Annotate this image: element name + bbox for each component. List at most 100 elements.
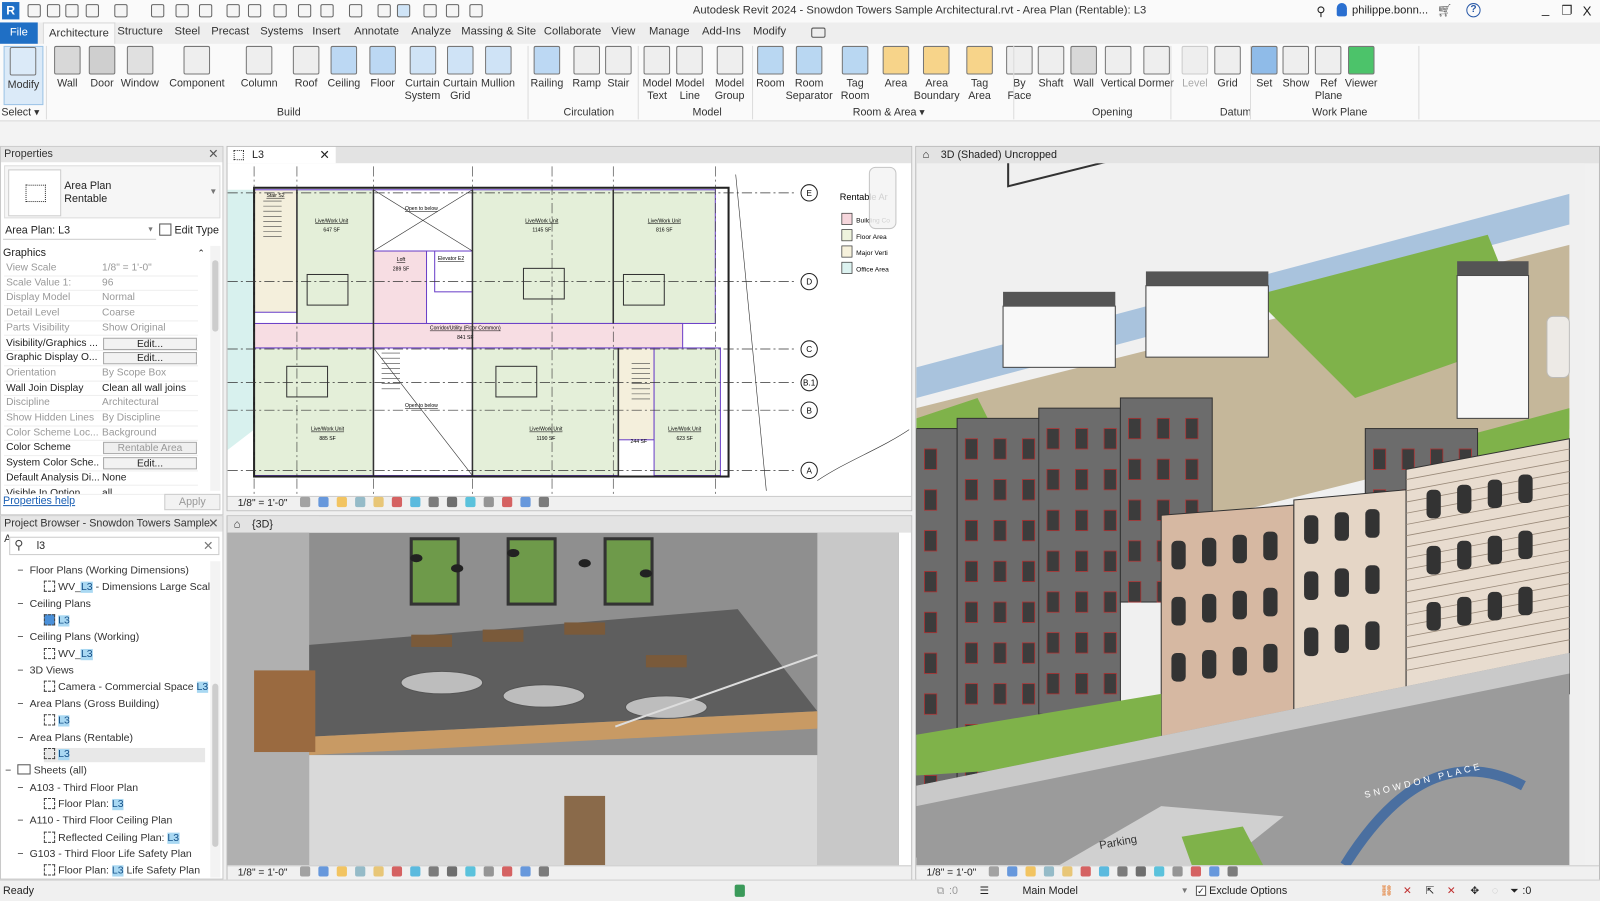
property-value[interactable]: By Discipline <box>102 411 198 425</box>
ribbon-button-wall[interactable]: Wall <box>54 45 81 90</box>
ribbon-button-ramp[interactable]: Ramp <box>572 45 601 90</box>
browser-item[interactable]: L3 <box>43 614 70 628</box>
tab-steel[interactable]: Steel <box>174 26 200 38</box>
temporary-hide-icon[interactable] <box>446 866 457 877</box>
unlock-3d-icon[interactable] <box>428 866 439 877</box>
ribbon-button-railing[interactable]: Railing <box>531 45 563 90</box>
tab-view[interactable]: View <box>611 26 635 38</box>
browser-item[interactable]: − Area Plans (Rentable) <box>17 731 133 745</box>
ribbon-button-viewer[interactable]: Viewer <box>1345 45 1377 90</box>
ribbon-button-wall[interactable]: Wall <box>1070 45 1097 90</box>
property-value[interactable]: Normal <box>102 291 198 305</box>
ribbon-button-floor[interactable]: Floor <box>369 45 396 90</box>
navigation-bar[interactable] <box>868 166 897 230</box>
property-value[interactable]: 96 <box>102 276 198 290</box>
design-options-icon[interactable]: ☰ <box>980 881 990 901</box>
browser-item[interactable]: −3D Views <box>17 664 73 678</box>
worksharing-icon[interactable] <box>734 884 745 897</box>
dimension-icon[interactable] <box>247 4 262 18</box>
ribbon-button-show[interactable]: Show <box>1283 45 1309 90</box>
crop-view-icon[interactable] <box>1080 866 1091 877</box>
navigation-bar[interactable] <box>1546 315 1570 379</box>
visual-style-icon[interactable] <box>318 866 329 877</box>
select-underlay-icon[interactable]: ✕ <box>1403 881 1412 901</box>
collapse-icon[interactable]: − <box>17 816 23 827</box>
temporary-hide-icon[interactable] <box>446 496 457 508</box>
room-region[interactable] <box>253 189 298 313</box>
properties-help-link[interactable]: Properties help <box>3 495 75 507</box>
user-icon[interactable] <box>1336 3 1347 17</box>
visual-style-icon[interactable] <box>318 496 329 508</box>
room-region[interactable] <box>296 189 374 324</box>
browser-item[interactable]: L3 <box>43 747 206 763</box>
property-value[interactable]: None <box>102 471 198 485</box>
tab-structure[interactable]: Structure <box>117 26 163 38</box>
tab-modify[interactable]: Modify <box>753 26 786 38</box>
property-value[interactable]: Architectural <box>102 396 198 410</box>
type-selector[interactable]: Area Plan Rentable ▼ <box>4 165 221 219</box>
temporary-view-properties-icon[interactable] <box>483 866 494 877</box>
close-icon[interactable]: ✕ <box>208 147 218 162</box>
customize-qat-icon[interactable] <box>469 4 483 18</box>
floor-plan-canvas[interactable]: Stair S2 Live/Work Unit 647 SF Open to belo… <box>227 163 912 496</box>
browser-item[interactable]: WV_L3 - Dimensions Large Scale <box>43 580 216 595</box>
collapse-icon[interactable]: ⌃ <box>197 246 205 260</box>
reveal-hidden-icon[interactable] <box>1153 866 1165 877</box>
ribbon-button-shaft[interactable]: Shaft <box>1037 45 1065 90</box>
save-icon[interactable] <box>65 4 79 18</box>
unlock-3d-icon[interactable] <box>1117 866 1128 877</box>
tab-massing-site[interactable]: Massing & Site <box>461 26 536 38</box>
property-value[interactable]: Clean all wall joins <box>102 381 198 395</box>
browser-item[interactable]: WV_L3 <box>43 647 93 662</box>
browser-scrollbar[interactable] <box>210 561 221 878</box>
sync-icon[interactable] <box>85 4 99 18</box>
collapse-icon[interactable]: − <box>17 732 23 743</box>
render-icon[interactable] <box>373 496 384 508</box>
camera-render[interactable] <box>227 532 899 866</box>
reveal-hidden-icon[interactable] <box>465 496 476 508</box>
highlight-displacement-icon[interactable] <box>1208 866 1220 877</box>
tab-precast[interactable]: Precast <box>211 26 249 38</box>
reveal-constraints-icon[interactable] <box>1227 866 1238 877</box>
collapse-icon[interactable]: − <box>17 632 23 643</box>
highlight-displacement-icon[interactable] <box>520 496 531 508</box>
crop-view-icon[interactable] <box>391 496 402 508</box>
model-3d-render[interactable]: ParkingSNOWDON PLACE <box>916 163 1585 866</box>
ribbon-button-model-line[interactable]: Model Line <box>675 45 704 102</box>
drag-elements-icon[interactable]: ✥ <box>1470 881 1479 901</box>
ribbon-button-room[interactable]: Room <box>756 45 785 90</box>
ribbon-button-level[interactable]: Level <box>1181 45 1209 90</box>
redo-icon[interactable] <box>151 4 165 18</box>
close-tab-icon[interactable]: ✕ <box>319 147 329 163</box>
select-links-icon[interactable]: ⛓ <box>1380 881 1394 901</box>
ribbon-button-area[interactable]: Area <box>882 45 910 90</box>
ribbon-button-ref-plane[interactable]: Ref Plane <box>1315 45 1342 102</box>
recent-files-icon[interactable] <box>27 4 41 18</box>
browser-item[interactable]: − Sheets (all) <box>5 764 87 778</box>
close-icon[interactable]: ✕ <box>208 516 218 531</box>
unlock-3d-icon[interactable] <box>428 496 439 508</box>
shadows-icon[interactable] <box>1043 866 1054 877</box>
temporary-view-properties-icon[interactable] <box>1172 866 1183 877</box>
pdf-export-icon[interactable] <box>198 4 213 18</box>
ribbon-button-stair[interactable]: Stair <box>605 45 632 90</box>
ribbon-button-model-group[interactable]: Model Group <box>715 45 744 102</box>
ribbon-button-by-face[interactable]: By Face <box>1006 45 1033 102</box>
ribbon-button-curtain-grid[interactable]: Curtain Grid <box>443 45 477 102</box>
show-crop-icon[interactable] <box>409 496 421 508</box>
tab-systems[interactable]: Systems <box>260 26 303 38</box>
browser-item[interactable]: Reflected Ceiling Plan: L3 <box>43 831 180 845</box>
cart-icon[interactable]: 🛒︎ <box>1437 3 1453 17</box>
property-value[interactable]: Background <box>102 426 198 440</box>
ribbon-button-roof[interactable]: Roof <box>292 45 320 90</box>
sun-path-icon[interactable] <box>1025 866 1036 877</box>
tab-3d-shaded[interactable]: ⌂ 3D (Shaded) Uncropped <box>916 146 1060 164</box>
ribbon-button-tag-area[interactable]: Tag Area <box>966 45 993 102</box>
edit-type-button[interactable]: Edit Type <box>159 223 219 237</box>
show-crop-icon[interactable] <box>409 866 421 877</box>
render-icon[interactable] <box>373 866 384 877</box>
ribbon-button-window[interactable]: Window <box>121 45 159 90</box>
worksets-icon[interactable]: ⧉ <box>937 881 945 901</box>
chevron-down-icon[interactable]: ▼ <box>1181 881 1189 901</box>
thin-lines-icon[interactable] <box>396 4 411 18</box>
